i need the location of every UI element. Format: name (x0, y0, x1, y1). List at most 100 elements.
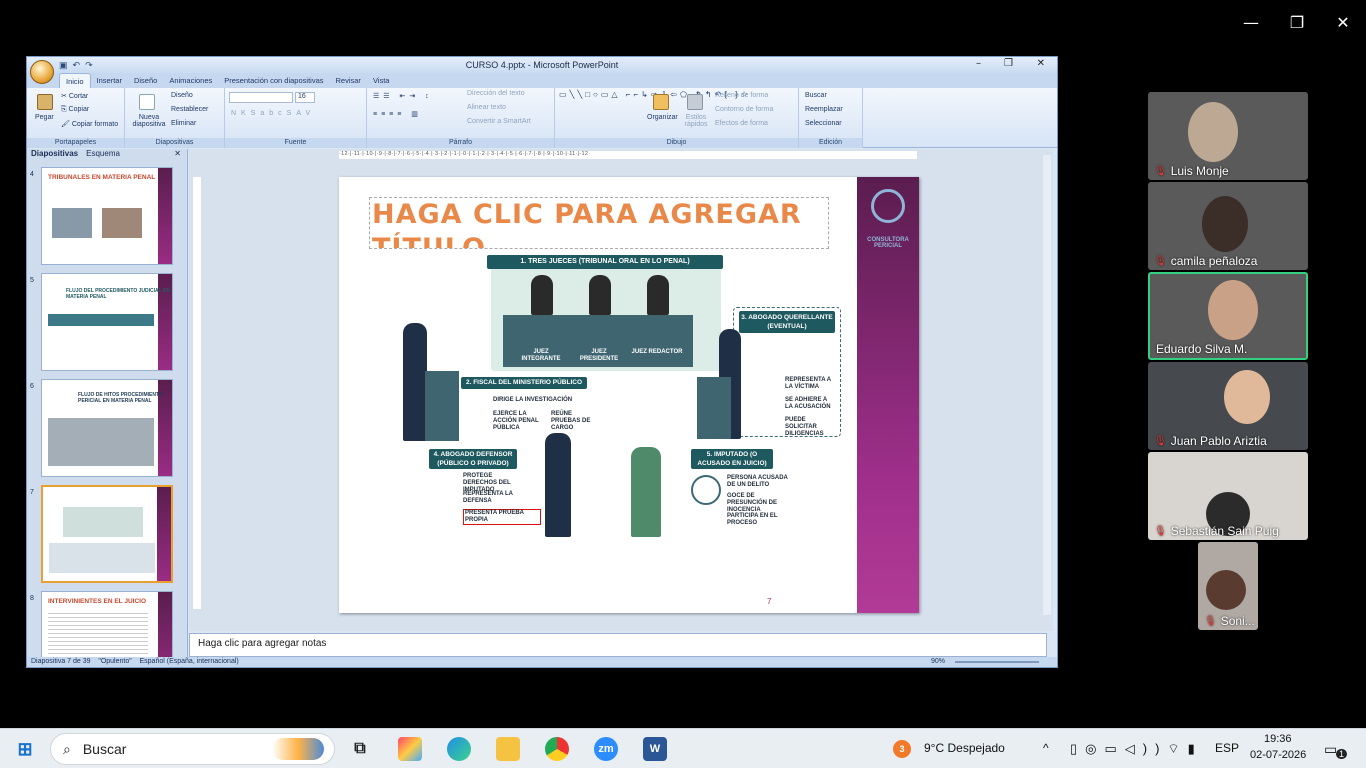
replace-button[interactable]: Reemplazar (805, 106, 843, 113)
participant-tile[interactable]: 🎙 Sebastián Sain Puig (1148, 452, 1308, 540)
align-text-button[interactable]: Alinear texto (467, 104, 506, 111)
reset-button[interactable]: Restablecer (171, 106, 208, 113)
copy-button[interactable]: ⎘ Copiar (61, 106, 89, 114)
notes-pane[interactable]: Haga clic para agregar notas (189, 633, 1047, 657)
tab-revisar[interactable]: Revisar (330, 73, 367, 88)
minimize-button[interactable]: — (1228, 0, 1274, 44)
thumb-title: FLUJO DE HITOS PROCEDIMIENTO PERICIAL EN… (78, 392, 163, 404)
windows-start-icon[interactable]: ⊞ (13, 737, 37, 761)
participant-name: camila peñaloza (1170, 254, 1258, 268)
brand-sidebar: CONSULTORA PERICIAL (857, 177, 919, 613)
tab-vista[interactable]: Vista (367, 73, 396, 88)
participant-tile[interactable]: 🎙 Luis Monje (1148, 92, 1308, 180)
maximize-button[interactable]: ❐ (1274, 0, 1320, 44)
chrome-icon[interactable] (545, 737, 569, 761)
delete-button[interactable]: Eliminar (171, 120, 196, 127)
paste-icon (37, 94, 53, 110)
participant-tile[interactable]: 🎙 Juan Pablo Ariztia (1148, 362, 1308, 450)
ppt-minimize-button[interactable]: – (976, 58, 981, 69)
ppt-close-button[interactable]: ✕ (1037, 58, 1045, 69)
language[interactable]: Español (España, internacional) (140, 658, 239, 665)
participant-name: Luis Monje (1170, 164, 1229, 178)
mic-muted-icon: 🎙 (1204, 615, 1217, 627)
shape-fill-button[interactable]: Relleno de forma (715, 92, 768, 99)
align-buttons[interactable]: ≡≡≡≡ ▥ (373, 110, 422, 118)
find-button[interactable]: Buscar (805, 92, 827, 99)
mic-muted-icon: 🎙 (1154, 435, 1167, 447)
vertical-scrollbar[interactable] (1043, 155, 1051, 615)
group-parrafo: ☰☰ ⇤⇥ ↕ ≡≡≡≡ ▥ Dirección del texto Aline… (367, 88, 555, 148)
tab-insertar[interactable]: Insertar (91, 73, 128, 88)
thumb-number: 6 (30, 383, 34, 390)
clock-time[interactable]: 19:36 (1264, 733, 1292, 745)
layout-button[interactable]: Diseño (171, 92, 193, 99)
slide-thumbnail[interactable]: TRIBUNALES EN MATERIA PENAL (41, 167, 173, 265)
shape-effects-button[interactable]: Efectos de forma (715, 120, 768, 127)
imputado-figure (631, 447, 661, 537)
tab-diseno[interactable]: Diseño (128, 73, 163, 88)
close-panel-icon[interactable]: ✕ (174, 149, 181, 158)
group-label: Párrafo (367, 138, 554, 148)
paste-button[interactable]: Pegar (35, 114, 54, 121)
format-painter-button[interactable]: 🖌 Copiar formato (61, 120, 118, 128)
slide-thumbnail[interactable]: FLUJO DEL PROCEDIMIENTO JUDICIAL EN MATE… (41, 273, 173, 371)
thumb-title: TRIBUNALES EN MATERIA PENAL (48, 174, 156, 181)
input-language[interactable]: ESP (1215, 741, 1239, 755)
participant-tile[interactable]: 🎙 camila peñaloza (1148, 182, 1308, 270)
close-button[interactable]: ✕ (1320, 0, 1366, 44)
new-slide-icon (139, 94, 155, 110)
file-explorer-icon[interactable] (496, 737, 520, 761)
taskbar-search[interactable]: ⌕ Buscar (50, 733, 335, 765)
font-format-buttons[interactable]: NKSabcSAV (231, 110, 315, 117)
weather-text[interactable]: 9°C Despejado (924, 741, 1005, 755)
slide-thumbnail[interactable]: FLUJO DE HITOS PROCEDIMIENTO PERICIAL EN… (41, 379, 173, 477)
font-name-select[interactable] (229, 92, 293, 103)
tab-inicio[interactable]: Inicio (59, 73, 91, 88)
group-fuente: 16 NKSabcSAV Fuente (225, 88, 367, 148)
judges-banner: 1. TRES JUECES (TRIBUNAL ORAL EN LO PENA… (487, 255, 723, 269)
copilot-icon[interactable] (398, 737, 422, 761)
thumb-number: 7 (30, 489, 34, 496)
imputado-item: PARTICIPA EN EL PROCESO (727, 513, 778, 526)
font-size-select[interactable]: 16 (295, 92, 315, 103)
show-hidden-icons-icon[interactable]: ^ (1043, 741, 1049, 755)
participant-tile[interactable]: 🎙 Soni... (1198, 542, 1258, 630)
shape-outline-button[interactable]: Contorno de forma (715, 106, 773, 113)
fiscal-podium (425, 371, 459, 441)
tab-slides[interactable]: Diapositivas (31, 149, 78, 161)
clock-date[interactable]: 02-07-2026 (1250, 749, 1306, 761)
new-slide-button[interactable]: Nueva diapositiva (129, 114, 169, 128)
system-tray-icons[interactable]: ▯◎▭◁))⌔▮ (1070, 741, 1203, 757)
weather-icon[interactable]: 3 (893, 740, 911, 758)
tab-outline[interactable]: Esquema (86, 149, 120, 161)
word-icon[interactable]: W (643, 737, 667, 761)
task-view-icon[interactable]: ⧉ (348, 737, 372, 761)
querellante-item: PUEDE SOLICITAR DILIGENCIAS (785, 417, 824, 437)
office-button[interactable] (30, 60, 54, 84)
zoom-level[interactable]: 90% (931, 657, 945, 667)
zoom-app-icon[interactable]: zm (594, 737, 618, 761)
slide[interactable]: HAGA CLIC PARA AGREGAR TÍTULO CONSULTORA… (339, 177, 919, 613)
tab-presentacion[interactable]: Presentación con diapositivas (218, 73, 329, 88)
slide-number: 7 (767, 597, 772, 606)
group-label: Edición (799, 138, 862, 148)
status-bar: Diapositiva 7 de 39 "Opulento" Español (… (27, 657, 1057, 667)
zoom-slider[interactable] (955, 661, 1039, 663)
ppt-restore-button[interactable]: ❐ (1004, 58, 1013, 69)
text-direction-button[interactable]: Dirección del texto (467, 90, 525, 97)
organize-button[interactable]: Organizar (647, 114, 678, 121)
edge-icon[interactable] (447, 737, 471, 761)
title-placeholder[interactable]: HAGA CLIC PARA AGREGAR TÍTULO (369, 197, 829, 249)
judge-figure (647, 275, 669, 315)
slide-thumbnail-selected[interactable] (41, 485, 173, 583)
list-buttons[interactable]: ☰☰ ⇤⇥ ↕ (373, 92, 433, 100)
participant-tile-active[interactable]: Eduardo Silva M. (1148, 272, 1308, 360)
tab-animaciones[interactable]: Animaciones (163, 73, 218, 88)
select-button[interactable]: Seleccionar (805, 120, 842, 127)
smartart-button[interactable]: Convertir a SmartArt (467, 118, 531, 125)
imputado-item: PERSONA ACUSADA DE UN DELITO (727, 475, 788, 488)
ribbon-tabs: Inicio Insertar Diseño Animaciones Prese… (27, 73, 1057, 88)
thumb-title: INTERVINIENTES EN EL JUICIO (48, 598, 147, 605)
cut-button[interactable]: ✂ Cortar (61, 92, 88, 100)
quick-styles-button[interactable]: Estilos rápidos (683, 114, 709, 128)
